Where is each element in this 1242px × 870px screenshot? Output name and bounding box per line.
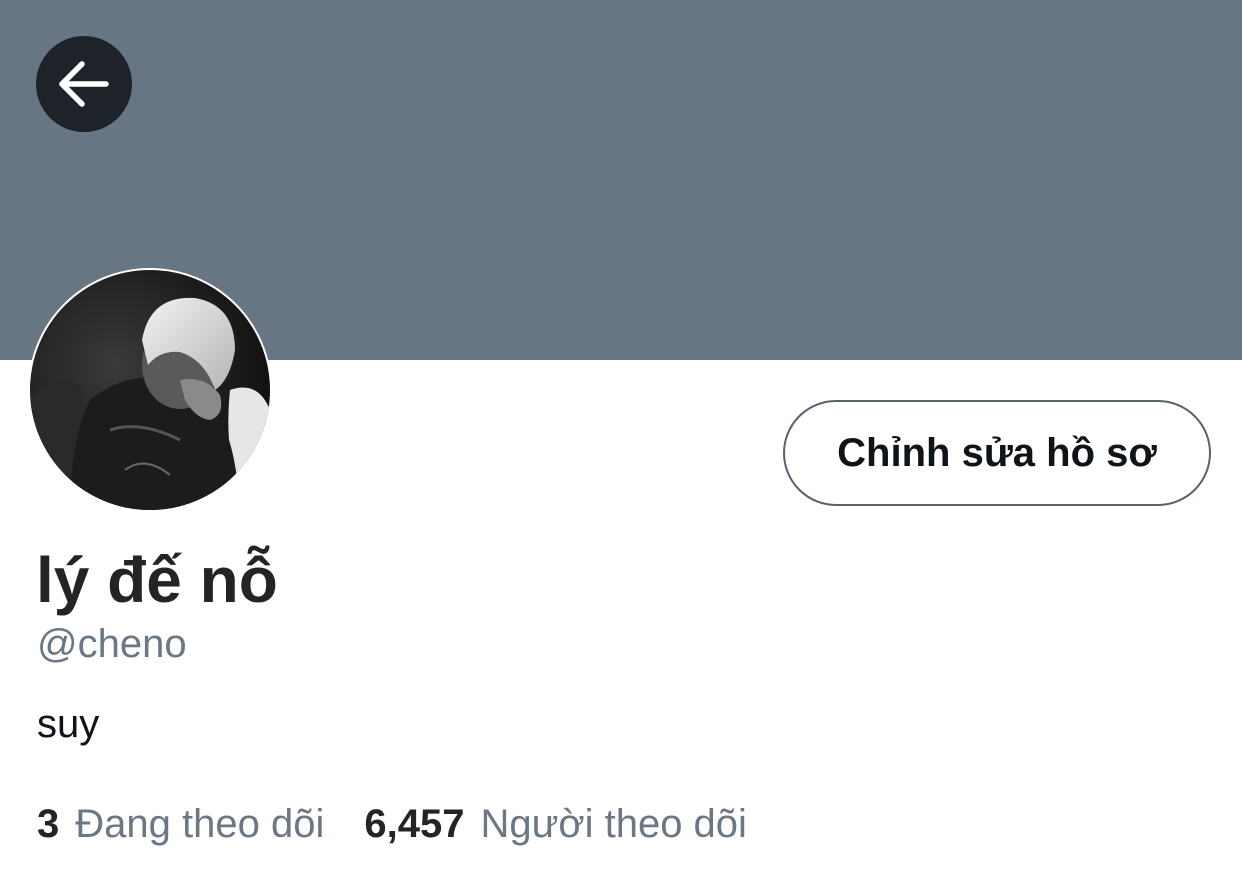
following-link[interactable]: 3 Đang theo dõi [37,800,324,848]
avatar[interactable] [28,268,272,512]
following-count: 3 [37,802,60,846]
edit-profile-button[interactable]: Chỉnh sửa hồ sơ [783,400,1211,506]
followers-link[interactable]: 6,457 Người theo dõi [364,800,747,848]
followers-label: Người theo dõi [480,802,747,846]
followers-count: 6,457 [364,802,465,846]
profile-photo [30,270,270,510]
arrow-left-icon [58,60,110,108]
back-button[interactable] [36,36,132,132]
display-name: lý đế nỗ [36,544,278,616]
follow-stats: 3 Đang theo dõi 6,457 Người theo dõi [37,800,787,848]
following-label: Đang theo dõi [75,802,325,846]
username-handle: @cheno [37,622,187,666]
profile-bio: suy [37,702,100,746]
